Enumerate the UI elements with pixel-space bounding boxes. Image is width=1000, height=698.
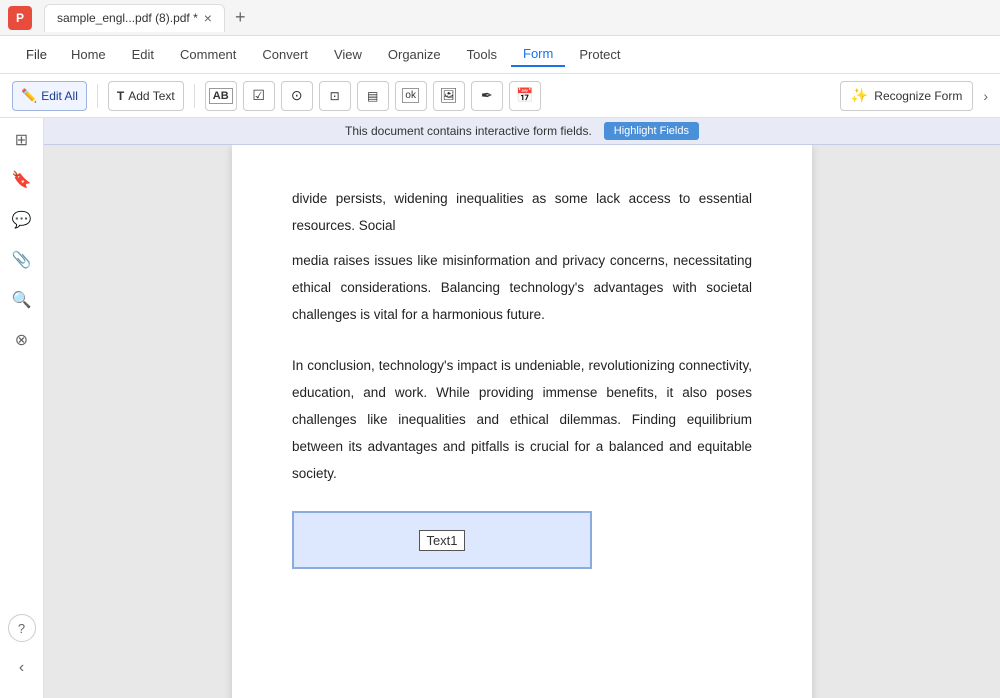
sidebar-comment-icon[interactable]: 💬 bbox=[8, 206, 36, 234]
tab-title: sample_engl...pdf (8).pdf * bbox=[57, 11, 198, 25]
sidebar-bottom: ? ‹ bbox=[8, 614, 36, 690]
paragraph-1-text: media raises issues like misinformation … bbox=[292, 253, 752, 322]
ok-field-button[interactable]: ok bbox=[395, 81, 427, 111]
edit-all-button[interactable]: ✏️ Edit All bbox=[12, 81, 87, 111]
image-icon: 🖼 bbox=[440, 87, 458, 104]
text-field-label: Text1 bbox=[419, 530, 464, 551]
paragraph-1: media raises issues like misinformation … bbox=[292, 247, 752, 328]
checkbox-button[interactable]: ☑ bbox=[243, 81, 275, 111]
add-text-button[interactable]: T Add Text bbox=[108, 81, 184, 111]
radio-button[interactable]: ⊙ bbox=[281, 81, 313, 111]
sidebar-bookmark-icon[interactable]: 🔖 bbox=[8, 166, 36, 194]
app-logo: P bbox=[8, 6, 32, 30]
menu-protect[interactable]: Protect bbox=[567, 43, 632, 66]
toolbar-separator-2 bbox=[194, 84, 195, 108]
dropdown-icon: ⊡ bbox=[330, 89, 340, 103]
menu-file[interactable]: File bbox=[16, 43, 57, 66]
page-top-text: divide persists, widening inequalities a… bbox=[292, 185, 752, 239]
tab-bar: P sample_engl...pdf (8).pdf * × + bbox=[0, 0, 1000, 36]
content-area: This document contains interactive form … bbox=[44, 118, 1000, 698]
sidebar-attachment-icon[interactable]: 📎 bbox=[8, 246, 36, 274]
menu-tools[interactable]: Tools bbox=[455, 43, 509, 66]
menu-form[interactable]: Form bbox=[511, 42, 565, 67]
listbox-icon: ▤ bbox=[367, 89, 378, 103]
sidebar-layers-icon[interactable]: ⊗ bbox=[8, 326, 36, 354]
left-sidebar: ⊞ 🔖 💬 📎 🔍 ⊗ ? ‹ bbox=[0, 118, 44, 698]
date-field-button[interactable]: 📅 bbox=[509, 81, 541, 111]
active-tab[interactable]: sample_engl...pdf (8).pdf * × bbox=[44, 4, 225, 32]
sidebar-collapse-icon[interactable]: ‹ bbox=[8, 654, 36, 682]
main-layout: ⊞ 🔖 💬 📎 🔍 ⊗ ? ‹ This document contains i… bbox=[0, 118, 1000, 698]
paragraph-2: In conclusion, technology's impact is un… bbox=[292, 352, 752, 487]
new-tab-button[interactable]: + bbox=[229, 7, 252, 28]
text-field-box[interactable]: Text1 bbox=[292, 511, 592, 569]
top-text-content: divide persists, widening inequalities a… bbox=[292, 191, 752, 233]
sidebar-thumbnail-icon[interactable]: ⊞ bbox=[8, 126, 36, 154]
dropdown-button[interactable]: ⊡ bbox=[319, 81, 351, 111]
signature-field-button[interactable]: ✒ bbox=[471, 81, 503, 111]
text-T-icon: T bbox=[117, 89, 124, 103]
signature-icon: ✒ bbox=[481, 87, 493, 104]
image-field-button[interactable]: 🖼 bbox=[433, 81, 465, 111]
notification-bar: This document contains interactive form … bbox=[44, 118, 1000, 145]
recognize-wand-icon: ✨ bbox=[851, 87, 868, 104]
paragraph-2-text: In conclusion, technology's impact is un… bbox=[292, 358, 752, 481]
date-icon: 📅 bbox=[516, 87, 533, 104]
highlight-fields-button[interactable]: Highlight Fields bbox=[604, 122, 699, 140]
tab-close-button[interactable]: × bbox=[204, 10, 212, 26]
ab-field-button[interactable]: AB bbox=[205, 81, 237, 111]
menu-view[interactable]: View bbox=[322, 43, 374, 66]
menu-bar: File Home Edit Comment Convert View Orga… bbox=[0, 36, 1000, 74]
radio-icon: ⊙ bbox=[291, 87, 303, 104]
sidebar-help-icon[interactable]: ? bbox=[8, 614, 36, 642]
ok-icon: ok bbox=[402, 88, 419, 103]
toolbar: ✏️ Edit All T Add Text AB ☑ ⊙ ⊡ ▤ ok 🖼 ✒… bbox=[0, 74, 1000, 118]
menu-convert[interactable]: Convert bbox=[250, 43, 320, 66]
ab-icon: AB bbox=[209, 88, 233, 104]
notification-message: This document contains interactive form … bbox=[345, 124, 592, 138]
pdf-page: divide persists, widening inequalities a… bbox=[232, 145, 812, 698]
menu-organize[interactable]: Organize bbox=[376, 43, 453, 66]
checkbox-icon: ☑ bbox=[252, 87, 265, 104]
toolbar-scroll-right[interactable]: › bbox=[983, 88, 988, 104]
listbox-button[interactable]: ▤ bbox=[357, 81, 389, 111]
menu-home[interactable]: Home bbox=[59, 43, 118, 66]
sidebar-search-icon[interactable]: 🔍 bbox=[8, 286, 36, 314]
edit-icon: ✏️ bbox=[21, 88, 37, 104]
recognize-form-button[interactable]: ✨ Recognize Form bbox=[840, 81, 973, 111]
menu-edit[interactable]: Edit bbox=[120, 43, 166, 66]
menu-comment[interactable]: Comment bbox=[168, 43, 248, 66]
toolbar-separator-1 bbox=[97, 84, 98, 108]
